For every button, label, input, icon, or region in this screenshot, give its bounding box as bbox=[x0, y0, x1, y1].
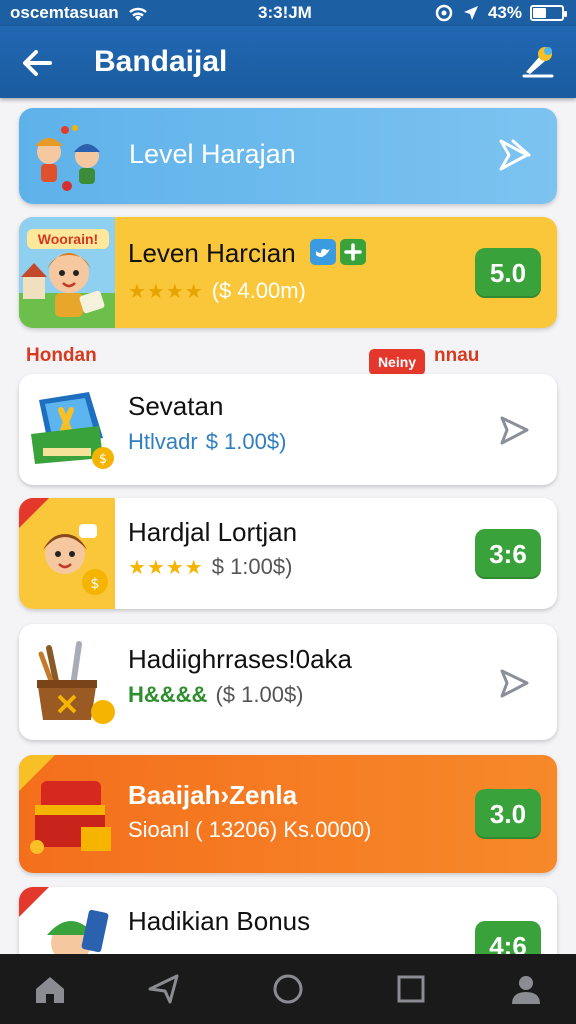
featured-card[interactable]: Woorain! Leven Harcian ★★★★ ($ 4.00m) 5.… bbox=[19, 217, 557, 328]
carrier-label: oscemtasuan bbox=[10, 3, 119, 22]
item-price: Sioanl ( 13206) Ks.0000) bbox=[128, 817, 372, 842]
kids-illustration-icon bbox=[35, 125, 100, 191]
circle-home-icon[interactable] bbox=[270, 971, 306, 1007]
battery-percent: 43% bbox=[487, 3, 522, 22]
play-arrow-icon[interactable] bbox=[497, 413, 531, 447]
featured-sign: Woorain! bbox=[27, 229, 109, 249]
back-triangle-icon[interactable] bbox=[146, 971, 182, 1007]
new-badge: Neiny bbox=[369, 349, 425, 375]
list-item[interactable]: $ Hardjal Lortjan ★★★★ $ 1:00$) 3:6 bbox=[19, 498, 557, 609]
book-badge-icon: $ bbox=[31, 392, 114, 469]
item-name: Hadikian Bonus bbox=[128, 906, 311, 936]
list-item[interactable]: Hadiighrrases!0aka H&&&& ($ 1.00$) bbox=[19, 624, 557, 740]
list-item[interactable]: $ Sevatan Htlvadr $ 1.00$) bbox=[19, 374, 557, 485]
navigation-bar bbox=[0, 954, 576, 1024]
item-price: ($ 1.00$) bbox=[215, 682, 304, 707]
play-forward-icon[interactable] bbox=[497, 137, 533, 173]
play-arrow-icon[interactable] bbox=[497, 666, 531, 700]
treasure-chest-icon bbox=[19, 755, 111, 854]
item-stars: ★★★★ bbox=[128, 556, 204, 579]
score-button[interactable]: 3:6 bbox=[475, 529, 541, 579]
item-price: $ 1:00$) bbox=[211, 554, 293, 579]
add-icon[interactable] bbox=[340, 239, 366, 265]
featured-name: Leven Harcian bbox=[128, 238, 296, 268]
home-icon[interactable] bbox=[32, 971, 68, 1007]
item-prefix: H&&&& bbox=[128, 682, 208, 707]
tool-basket-icon bbox=[37, 641, 115, 724]
twitter-icon[interactable] bbox=[310, 239, 336, 265]
app-bar: Bandaijal bbox=[0, 26, 576, 98]
chef-kid-icon: $ bbox=[19, 498, 115, 609]
score-button[interactable]: 3.0 bbox=[475, 789, 541, 839]
profile-icon[interactable] bbox=[508, 971, 544, 1007]
featured-score-button[interactable]: 5.0 bbox=[475, 248, 541, 298]
recents-square-icon[interactable] bbox=[393, 971, 429, 1007]
svg-text:$: $ bbox=[91, 576, 100, 592]
item-name: Hadiighrrases!0aka bbox=[128, 644, 353, 674]
list-item[interactable]: Baaijah›Zenla Sioanl ( 13206) Ks.0000) 3… bbox=[19, 755, 557, 873]
paint-brush-icon[interactable] bbox=[518, 42, 558, 82]
item-name: Hardjal Lortjan bbox=[128, 517, 298, 547]
svg-text:$: $ bbox=[99, 452, 107, 467]
item-price: $ 1.00$) bbox=[205, 429, 287, 454]
featured-price: ($ 4.00m) bbox=[211, 278, 306, 303]
featured-stars: ★★★★ bbox=[128, 280, 204, 303]
arrow-left-icon[interactable] bbox=[18, 44, 56, 82]
page-title: Bandaijal bbox=[94, 45, 228, 78]
section-label: Hondan bbox=[26, 345, 97, 366]
item-name: Baaijah›Zenla bbox=[128, 780, 298, 810]
banner-label: Level Harajan bbox=[129, 139, 296, 169]
alarm-icon bbox=[435, 4, 453, 22]
location-arrow-icon bbox=[463, 6, 478, 20]
wifi-icon bbox=[128, 7, 147, 21]
battery-fill bbox=[533, 8, 546, 18]
level-banner[interactable]: Level Harajan bbox=[19, 108, 557, 204]
battery-icon bbox=[530, 5, 567, 21]
status-time: 3:3!JM bbox=[258, 3, 312, 22]
status-bar: oscemtasuan 3:3!JM 43% bbox=[0, 0, 576, 26]
section-tag: nnau bbox=[434, 345, 480, 366]
item-name: Sevatan bbox=[128, 391, 224, 421]
item-prefix: Htlvadr bbox=[128, 429, 198, 454]
